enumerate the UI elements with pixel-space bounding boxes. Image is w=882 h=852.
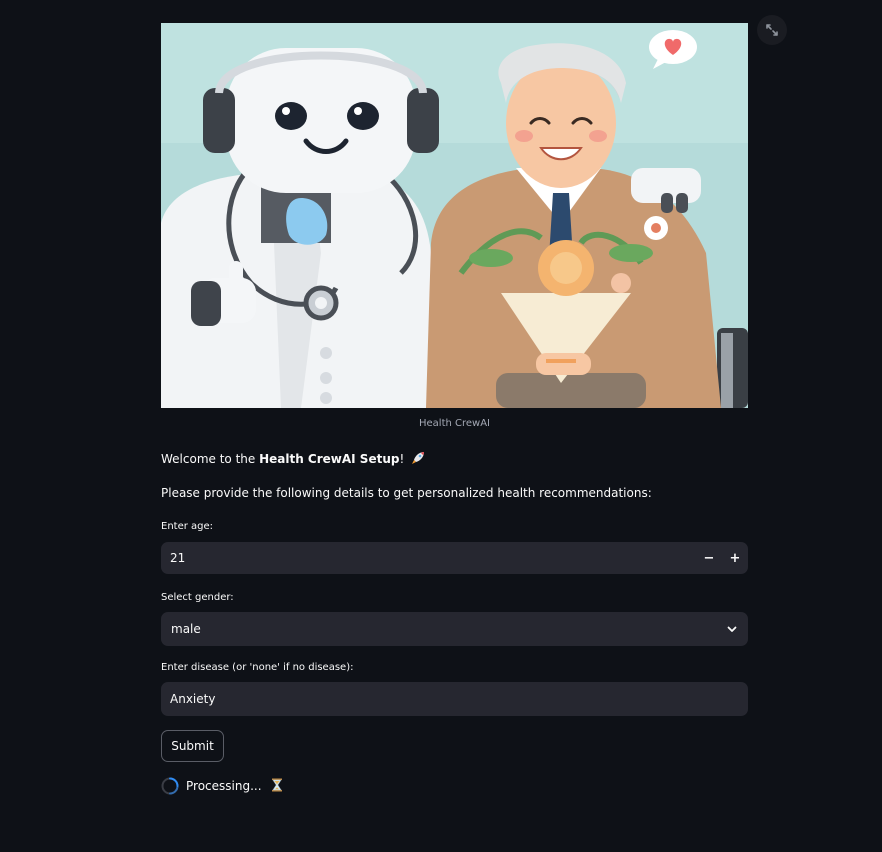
app-page: Health CrewAI Welcome to the Health Crew…: [0, 0, 882, 852]
hourglass-icon: [271, 778, 283, 795]
age-increment-button[interactable]: +: [722, 542, 748, 574]
processing-text: Processing...: [186, 779, 262, 793]
instructions-text: Please provide the following details to …: [161, 486, 652, 500]
disease-input[interactable]: Anxiety: [161, 682, 748, 716]
welcome-message: Welcome to the Health CrewAI Setup!: [161, 451, 425, 468]
hero-image: [161, 23, 748, 408]
welcome-suffix: !: [399, 452, 405, 466]
processing-status: Processing...: [161, 776, 283, 796]
gender-label: Select gender:: [161, 592, 234, 603]
rocket-icon: [411, 451, 425, 468]
fullscreen-icon: [766, 24, 778, 36]
welcome-prefix: Welcome to the: [161, 452, 260, 466]
robot-doctor-and-elderly-man-illustration: [161, 23, 748, 408]
chevron-down-icon: [727, 626, 737, 632]
gender-select[interactable]: male: [161, 612, 748, 646]
spinner-icon: [161, 777, 179, 795]
welcome-bold: Health CrewAI Setup: [259, 452, 400, 466]
age-decrement-button[interactable]: −: [696, 542, 722, 574]
age-value[interactable]: 21: [161, 551, 696, 565]
submit-button[interactable]: Submit: [161, 730, 224, 762]
age-number-input[interactable]: 21 − +: [161, 542, 748, 574]
gender-selected-value: male: [171, 622, 201, 636]
age-label: Enter age:: [161, 521, 214, 532]
fullscreen-button[interactable]: [757, 15, 787, 45]
image-caption: Health CrewAI: [418, 418, 490, 429]
disease-label: Enter disease (or 'none' if no disease):: [161, 662, 354, 673]
